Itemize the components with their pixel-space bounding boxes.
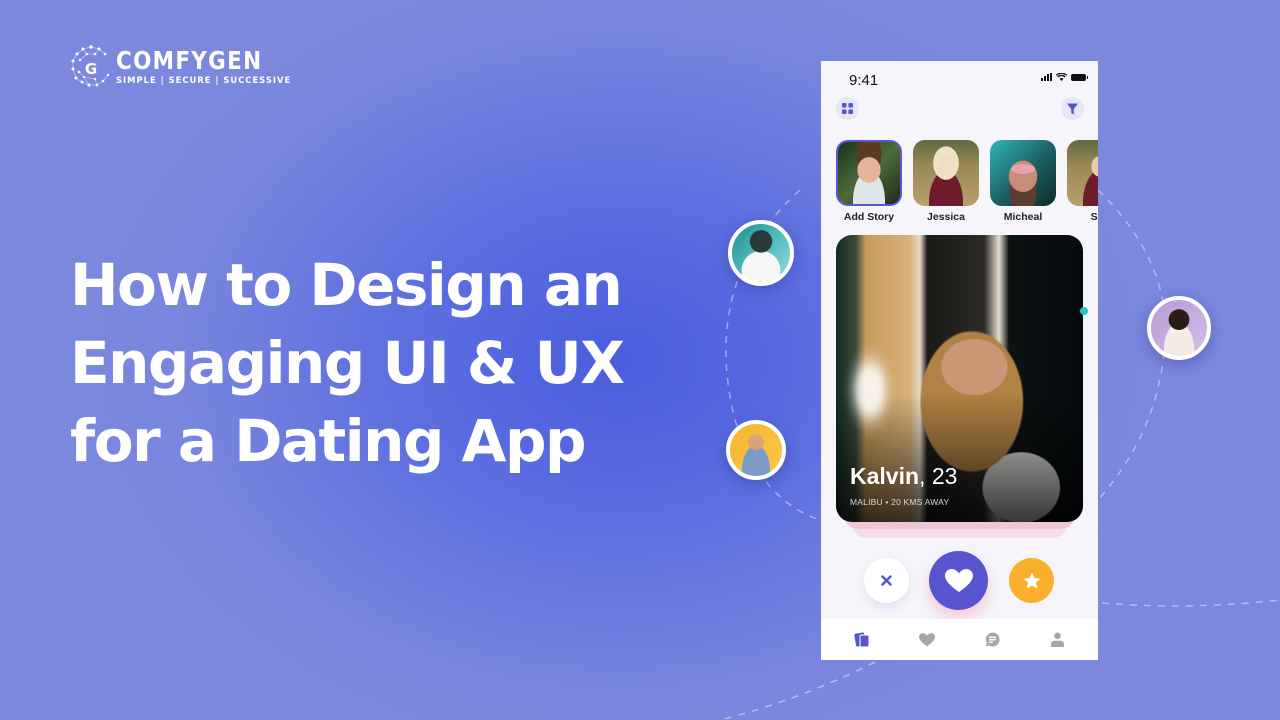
brand-name: COMFYGEN (116, 45, 263, 75)
super-like-button[interactable] (1009, 558, 1054, 603)
logo-mark-icon: G (70, 44, 112, 88)
signal-icon (1041, 73, 1052, 81)
headline-line-3: for a Dating App (70, 407, 587, 475)
profile-name: Kalvin, 23 (850, 463, 958, 489)
brand-tagline: SIMPLE | SECURE | SUCCESSIVE (116, 74, 292, 85)
cards-icon (853, 631, 870, 647)
indicator-dot (1080, 307, 1088, 315)
status-bar: 9:41 (821, 61, 1098, 97)
chat-icon (985, 632, 1000, 647)
floating-avatar (726, 420, 786, 480)
user-icon (1050, 632, 1064, 647)
story-label: Micheal (1003, 211, 1043, 223)
neon-light-decoration (840, 335, 900, 445)
story-label: Add Story (843, 211, 895, 223)
profile-first-name: Kalvin (850, 463, 920, 489)
page-headline: How to Design an Engaging UI & UX for a … (70, 246, 690, 480)
story-add-story[interactable]: Add Story (836, 140, 902, 223)
filter-icon (1067, 103, 1078, 114)
svg-text:G: G (85, 60, 97, 78)
floating-avatar (728, 220, 794, 286)
tab-likes[interactable] (912, 625, 942, 655)
profile-age: 23 (931, 463, 958, 489)
story-avatar (836, 140, 902, 206)
story-label: Jessica (927, 211, 965, 223)
tab-profile[interactable] (1042, 625, 1072, 655)
phone-mockup: 9:41 Add Story Jessica Micheal S Kalvin,… (821, 61, 1098, 660)
story-avatar (990, 140, 1056, 206)
bottom-tab-bar (821, 619, 1098, 660)
grid-menu-icon (842, 103, 853, 114)
headline-line-2: Engaging UI & UX (70, 329, 625, 397)
profile-card[interactable]: Kalvin, 23 MALIBU • 20 KMS AWAY (836, 235, 1083, 522)
close-icon (881, 575, 892, 586)
profile-location: MALIBU • 20 KMS AWAY (850, 497, 950, 507)
brand-logo: G COMFYGEN SIMPLE | SECURE | SUCCESSIVE (70, 44, 291, 88)
heart-icon (918, 632, 935, 646)
headline-line-1: How to Design an (70, 251, 623, 319)
story-jessica[interactable]: Jessica (913, 140, 979, 223)
menu-button[interactable] (836, 97, 859, 120)
heart-icon (944, 568, 973, 592)
story-avatar (913, 140, 979, 206)
story-micheal[interactable]: Micheal (990, 140, 1056, 223)
filter-button[interactable] (1061, 97, 1084, 120)
like-button[interactable] (929, 551, 988, 610)
floating-avatar (1147, 296, 1211, 360)
wifi-icon (1056, 73, 1067, 81)
tab-messages[interactable] (977, 625, 1007, 655)
story-avatar (1067, 140, 1098, 206)
star-icon (1023, 572, 1040, 588)
tab-cards[interactable] (847, 625, 877, 655)
status-time: 9:41 (849, 72, 879, 89)
story-label: Sca (1090, 211, 1098, 223)
battery-icon (1071, 73, 1088, 81)
stories-row: Add Story Jessica Micheal Sca (836, 140, 1098, 223)
reject-button[interactable] (864, 558, 909, 603)
story-partial[interactable]: Sca (1067, 140, 1098, 223)
action-buttons (821, 551, 1098, 611)
